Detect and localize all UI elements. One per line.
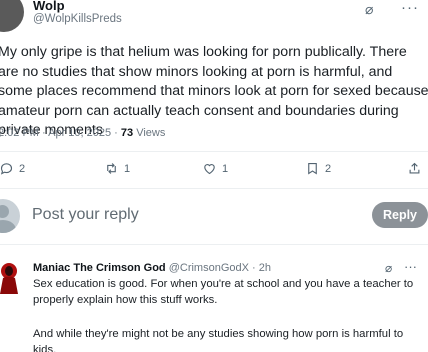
comment-author-handle[interactable]: @CrimsonGodX · 2h [169,262,271,274]
post-timestamp[interactable]: 2:02 PM · Apr 10, 2025 · [0,127,121,139]
divider [0,151,428,152]
views-count: 73 [120,127,134,139]
share-action[interactable] [407,161,422,176]
author-name[interactable]: Wolp [33,0,65,13]
author-handle[interactable]: @WolpKillsPreds [33,13,122,25]
comment-avatar[interactable] [0,262,20,294]
repost-action[interactable]: 1 [104,161,130,176]
reply-composer: Post your reply Reply [0,198,428,234]
reply-icon [0,163,13,175]
divider [0,188,428,189]
reply-action[interactable]: 2 [0,161,25,176]
divider [0,244,428,245]
bookmark-count: 2 [325,162,332,175]
like-icon [204,164,215,175]
comment-header: Maniac The Crimson God @CrimsonGodX · 2h [33,262,271,274]
reply-count: 2 [19,162,26,175]
bookmark-icon [308,162,317,175]
like-count: 1 [222,162,229,175]
post-meta: 2:02 PM · Apr 10, 2025 · 73 Views [0,127,165,139]
author-avatar[interactable] [0,0,24,32]
post-header: Wolp @WolpKillsPreds ⌀ ··· [0,0,428,36]
comment-author-name[interactable]: Maniac The Crimson God [33,262,166,274]
comment-text: And while they're might not be any studi… [33,328,404,352]
more-icon[interactable]: ··· [401,0,419,16]
comment[interactable]: Maniac The Crimson God @CrimsonGodX · 2h… [0,256,428,352]
share-icon [409,162,420,174]
reply-button[interactable]: Reply [372,202,428,228]
grok-icon[interactable]: ⌀ [365,1,373,18]
views-label: Views [133,127,166,139]
repost-count: 1 [124,162,131,175]
bookmark-action[interactable]: 2 [305,161,331,176]
repost-icon [107,163,116,174]
grok-icon[interactable]: ⌀ [385,261,392,275]
comment-text: Sex education is good. For when you're a… [33,278,414,306]
like-action[interactable]: 1 [202,161,228,176]
user-avatar-icon [0,199,20,233]
reply-input[interactable]: Post your reply [32,206,139,224]
more-icon[interactable]: ··· [404,259,417,274]
